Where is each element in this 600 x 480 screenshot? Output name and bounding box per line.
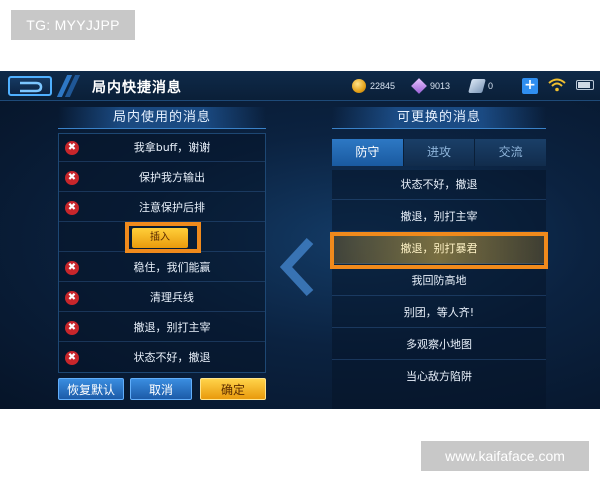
reset-default-button[interactable]: 恢复默认 [58, 378, 124, 400]
message-text: 稳住，我们能赢 [133, 261, 211, 274]
list-item[interactable]: ✖ 稳住，我们能赢 [59, 254, 265, 282]
list-item[interactable]: 状态不好，撤退 [332, 170, 546, 200]
coin-value: 22845 [370, 81, 396, 91]
page-title: 局内快捷消息 [92, 80, 182, 96]
message-text: 注意保护后排 [139, 201, 205, 214]
list-item[interactable]: 别团，等人齐! [332, 298, 546, 328]
list-item[interactable]: ✖ 我拿buff，谢谢 [59, 134, 265, 162]
battery-icon [576, 80, 594, 90]
ticket-icon [468, 79, 486, 93]
coin-counter: 22845 [352, 79, 395, 93]
list-item[interactable]: 当心敌方陷阱 [332, 362, 546, 392]
back-arrow-icon [20, 81, 43, 93]
delete-icon[interactable]: ✖ [65, 201, 79, 215]
insert-slot: 插入 [59, 222, 265, 253]
message-text: 撤退，别打主宰 [133, 321, 211, 334]
delete-icon[interactable]: ✖ [65, 291, 79, 305]
message-text: 保护我方输出 [139, 171, 205, 184]
right-panel-title: 可更换的消息 [332, 107, 546, 129]
list-item[interactable]: ✖ 清理兵线 [59, 284, 265, 312]
delete-icon[interactable]: ✖ [65, 321, 79, 335]
chevron-left-icon [279, 237, 314, 297]
selected-highlight-box [330, 232, 548, 269]
list-item[interactable]: 我回防高地 [332, 266, 546, 296]
tab-communication[interactable]: 交流 [475, 139, 547, 166]
category-tabs: 防守 进攻 交流 [332, 139, 547, 166]
diamond-counter: 9013 [411, 78, 451, 94]
list-item[interactable]: ✖ 保护我方输出 [59, 164, 265, 192]
message-text: 状态不好，撤退 [133, 351, 211, 364]
ticket-value: 0 [488, 81, 494, 91]
add-currency-button[interactable]: + [522, 78, 538, 94]
cancel-button[interactable]: 取消 [130, 378, 192, 400]
top-bar: 局内快捷消息 22845 9013 0 + [0, 71, 600, 101]
ticket-counter: 0 [468, 79, 494, 93]
site-watermark: www.kaifaface.com [421, 441, 589, 471]
list-item[interactable]: ✖ 撤退，别打主宰 [59, 314, 265, 342]
tab-attack[interactable]: 进攻 [403, 139, 476, 166]
wifi-icon [548, 78, 566, 92]
list-item[interactable]: 多观察小地图 [332, 330, 546, 360]
insert-highlight-box [125, 222, 201, 253]
diamond-value: 9013 [430, 81, 451, 91]
diamond-icon [411, 78, 427, 94]
coin-icon [352, 79, 366, 93]
tg-watermark: TG: MYYJJPP [11, 10, 135, 40]
left-panel-title: 局内使用的消息 [58, 107, 266, 129]
delete-icon[interactable]: ✖ [65, 141, 79, 155]
confirm-button[interactable]: 确定 [200, 378, 266, 400]
list-item[interactable]: ✖ 状态不好，撤退 [59, 344, 265, 372]
list-item[interactable]: ✖ 注意保护后排 [59, 194, 265, 222]
game-screen: 局内快捷消息 22845 9013 0 + 局内使用的消息 可更换的消息 ✖ 我… [0, 71, 600, 409]
tab-defense[interactable]: 防守 [332, 139, 404, 166]
replaceable-message-list: 状态不好，撤退 撤退，别打主宰 撤退，别打暴君 我回防高地 别团，等人齐! 多观… [332, 170, 546, 409]
message-text: 清理兵线 [150, 291, 194, 304]
list-item[interactable]: 撤退，别打主宰 [332, 202, 546, 232]
back-button[interactable] [8, 76, 52, 96]
delete-icon[interactable]: ✖ [65, 171, 79, 185]
message-text: 我拿buff，谢谢 [133, 141, 211, 154]
delete-icon[interactable]: ✖ [65, 261, 79, 275]
delete-icon[interactable]: ✖ [65, 351, 79, 365]
in-game-message-list: ✖ 我拿buff，谢谢 ✖ 保护我方输出 ✖ 注意保护后排 插入 ✖ 稳住，我们… [58, 133, 266, 373]
